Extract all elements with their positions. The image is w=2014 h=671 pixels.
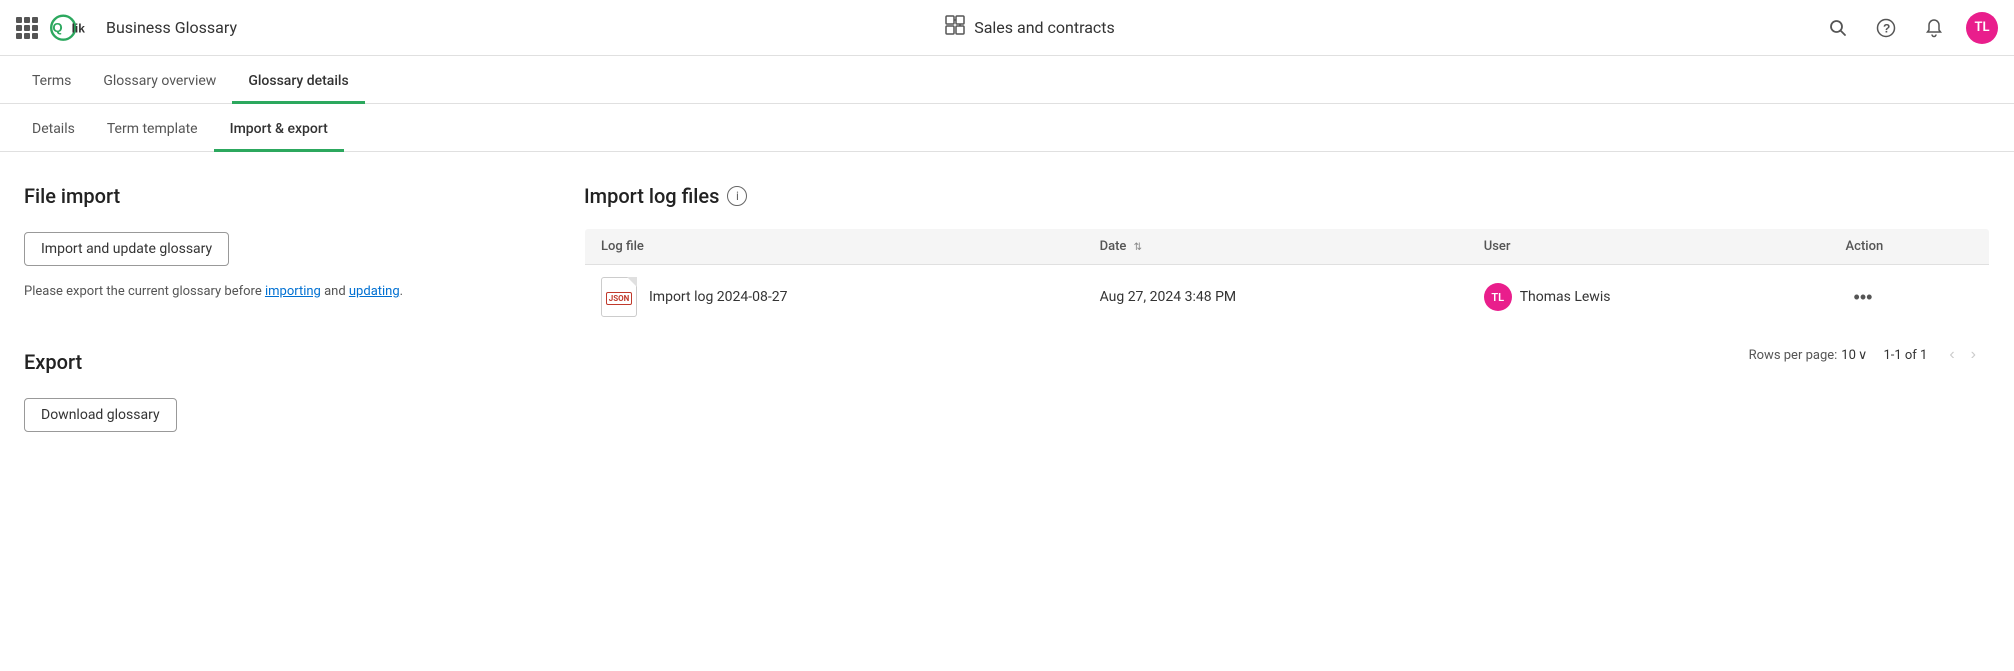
page-info: 1-1 of 1: [1883, 348, 1927, 363]
rows-per-page-select[interactable]: 10 ∨: [1841, 348, 1867, 363]
tab-details[interactable]: Details: [16, 109, 91, 152]
help-button[interactable]: ?: [1870, 12, 1902, 44]
download-glossary-button[interactable]: Download glossary: [24, 398, 177, 432]
svg-text:lik: lik: [72, 21, 86, 35]
log-files-title: Import log files: [584, 184, 719, 208]
pagination: Rows per page: 10 ∨ 1-1 of 1 ‹ ›: [584, 330, 1990, 380]
import-glossary-button[interactable]: Import and update glossary: [24, 232, 229, 266]
qlik-logo-svg: Q lik: [50, 14, 98, 42]
log-action-cell: •••: [1830, 265, 1990, 330]
search-button[interactable]: [1822, 12, 1854, 44]
export-title: Export: [24, 350, 544, 374]
chevron-down-icon: ∨: [1858, 348, 1868, 363]
sort-date-icon: ⇅: [1134, 242, 1142, 253]
importing-link[interactable]: importing: [265, 284, 321, 299]
user-name: Thomas Lewis: [1520, 289, 1611, 305]
svg-text:?: ?: [1883, 21, 1890, 35]
user-avatar[interactable]: TL: [1966, 12, 1998, 44]
left-panel: File import Import and update glossary P…: [24, 184, 544, 631]
top-nav: Q lik Business Glossary Sales and contra…: [0, 0, 2014, 56]
col-log-file: Log file: [585, 229, 1084, 265]
log-file-cell: JSON Import log 2024-08-27: [585, 265, 1084, 330]
log-table: Log file Date ⇅ User Action JS: [584, 228, 1990, 330]
notifications-button[interactable]: [1918, 12, 1950, 44]
log-files-info-icon[interactable]: i: [727, 186, 747, 206]
context-title: Sales and contracts: [974, 18, 1115, 37]
svg-text:Q: Q: [52, 19, 62, 34]
user-avatar-small: TL: [1484, 283, 1512, 311]
import-info-text: Please export the current glossary befor…: [24, 282, 544, 302]
logo: Q lik Business Glossary: [50, 14, 237, 42]
export-section: Export Download glossary: [24, 350, 544, 432]
right-panel: Import log files i Log file Date ⇅ User …: [584, 184, 1990, 631]
next-page-button[interactable]: ›: [1965, 342, 1982, 368]
tab-term-template[interactable]: Term template: [91, 109, 214, 152]
page-nav: ‹ ›: [1943, 342, 1982, 368]
log-user-cell: TL Thomas Lewis: [1468, 265, 1830, 330]
col-user: User: [1468, 229, 1830, 265]
rows-per-page-label: Rows per page:: [1749, 348, 1838, 363]
table-header-row: Log file Date ⇅ User Action: [585, 229, 1990, 265]
file-import-title: File import: [24, 184, 544, 208]
tab-glossary-details[interactable]: Glossary details: [232, 61, 364, 104]
grid-menu-icon[interactable]: [16, 17, 38, 39]
app-title: Business Glossary: [106, 18, 237, 37]
nav-center: Sales and contracts: [249, 14, 1810, 41]
context-icon: [944, 14, 966, 41]
table-row: JSON Import log 2024-08-27 Aug 27, 2024 …: [585, 265, 1990, 330]
updating-link[interactable]: updating: [349, 284, 400, 299]
main-content: File import Import and update glossary P…: [0, 152, 2014, 663]
json-file-icon: JSON: [601, 277, 637, 317]
tab-glossary-overview[interactable]: Glossary overview: [87, 61, 232, 104]
row-more-button[interactable]: •••: [1846, 283, 1881, 312]
rows-per-page: Rows per page: 10 ∨: [1749, 348, 1868, 363]
col-date[interactable]: Date ⇅: [1084, 229, 1468, 265]
log-files-header: Import log files i: [584, 184, 1990, 208]
log-date-cell: Aug 27, 2024 3:48 PM: [1084, 265, 1468, 330]
log-file-name: Import log 2024-08-27: [649, 289, 787, 305]
tab-import-export[interactable]: Import & export: [214, 109, 344, 152]
secondary-tabs: Details Term template Import & export: [0, 104, 2014, 152]
prev-page-button[interactable]: ‹: [1943, 342, 1960, 368]
col-action: Action: [1830, 229, 1990, 265]
nav-right: ? TL: [1822, 12, 1998, 44]
tab-terms[interactable]: Terms: [16, 61, 87, 104]
primary-tabs: Terms Glossary overview Glossary details: [0, 56, 2014, 104]
